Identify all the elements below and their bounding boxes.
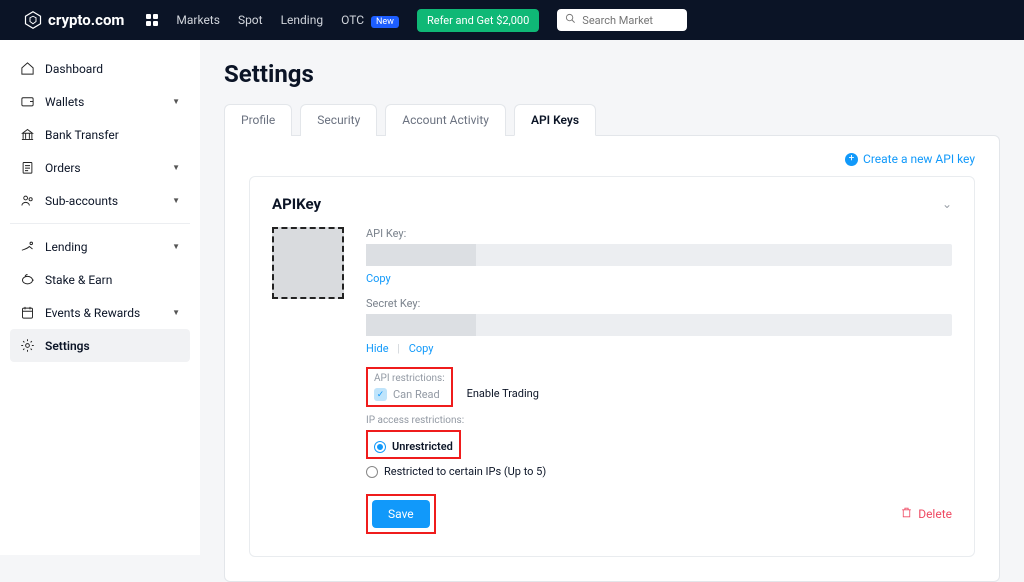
- nav-lending[interactable]: Lending: [281, 13, 324, 27]
- main-content: Settings Profile Security Account Activi…: [200, 40, 1024, 582]
- secret-key-label: Secret Key:: [366, 297, 952, 310]
- api-key-card: APIKey ⌄ API Key: Copy Secret Key:: [249, 176, 975, 557]
- secret-key-value: [366, 314, 952, 336]
- qr-code-placeholder: [272, 227, 344, 299]
- search-icon: [565, 13, 576, 27]
- sidebar-item-label: Lending: [45, 240, 88, 254]
- sidebar-item-bank-transfer[interactable]: Bank Transfer: [10, 118, 190, 151]
- chevron-down-icon: ▼: [172, 308, 180, 317]
- users-icon: [20, 193, 35, 208]
- piggy-icon: [20, 272, 35, 287]
- enable-trading-label[interactable]: Enable Trading: [467, 387, 539, 400]
- search-input[interactable]: [582, 14, 679, 27]
- api-key-label: API Key:: [366, 227, 952, 240]
- tab-api-keys[interactable]: API Keys: [514, 104, 596, 136]
- plus-circle-icon: +: [845, 153, 858, 166]
- chevron-down-icon: ▼: [172, 97, 180, 106]
- radio-unrestricted[interactable]: [374, 441, 386, 453]
- sidebar-item-label: Stake & Earn: [45, 273, 112, 287]
- copy-api-key-link[interactable]: Copy: [366, 272, 391, 285]
- lending-icon: [20, 239, 35, 254]
- highlight-unrestricted: Unrestricted: [366, 430, 461, 459]
- sidebar-item-events-rewards[interactable]: Events & Rewards ▼: [10, 296, 190, 329]
- tab-profile[interactable]: Profile: [224, 104, 292, 136]
- sidebar-item-label: Dashboard: [45, 62, 103, 76]
- gear-icon: [20, 338, 35, 353]
- sidebar-item-sub-accounts[interactable]: Sub-accounts ▼: [10, 184, 190, 217]
- sidebar-item-label: Sub-accounts: [45, 194, 118, 208]
- can-read-checkbox[interactable]: ✓: [374, 388, 387, 401]
- delete-key-link[interactable]: Delete: [900, 506, 952, 522]
- radio-restricted[interactable]: [366, 466, 378, 478]
- tab-security[interactable]: Security: [300, 104, 377, 136]
- sidebar-item-settings[interactable]: Settings: [10, 329, 190, 362]
- brand-text: crypto.com: [48, 11, 124, 29]
- unrestricted-label: Unrestricted: [392, 440, 453, 453]
- sidebar-item-dashboard[interactable]: Dashboard: [10, 52, 190, 85]
- api-key-title: APIKey: [272, 195, 321, 213]
- divider: [10, 223, 190, 224]
- chevron-down-icon: ▼: [172, 196, 180, 205]
- nav-spot[interactable]: Spot: [238, 13, 263, 27]
- page-title: Settings: [224, 60, 1000, 88]
- orders-icon: [20, 160, 35, 175]
- search-market[interactable]: [557, 9, 687, 31]
- new-badge: New: [371, 16, 399, 28]
- can-read-label: Can Read: [393, 388, 440, 401]
- api-restrictions-label: API restrictions:: [374, 373, 445, 384]
- ip-restrictions-label: IP access restrictions:: [366, 415, 952, 426]
- tab-account-activity[interactable]: Account Activity: [385, 104, 506, 136]
- api-keys-panel: + Create a new API key APIKey ⌄ API Key:: [224, 135, 1000, 582]
- sidebar-item-label: Bank Transfer: [45, 128, 119, 142]
- crypto-logo-icon: [24, 11, 42, 29]
- top-nav: crypto.com Markets Spot Lending OTC New …: [0, 0, 1024, 40]
- sidebar-item-wallets[interactable]: Wallets ▼: [10, 85, 190, 118]
- sidebar-item-stake-earn[interactable]: Stake & Earn: [10, 263, 190, 296]
- highlight-save: Save: [366, 494, 436, 534]
- collapse-chevron-icon[interactable]: ⌄: [942, 197, 952, 211]
- calendar-icon: [20, 305, 35, 320]
- sidebar-item-orders[interactable]: Orders ▼: [10, 151, 190, 184]
- wallet-icon: [20, 94, 35, 109]
- delete-label: Delete: [918, 507, 952, 521]
- sidebar: Dashboard Wallets ▼ Bank Transfer Orders…: [0, 40, 200, 555]
- highlight-api-restrictions: API restrictions: ✓ Can Read: [366, 367, 453, 407]
- brand-logo[interactable]: crypto.com: [24, 11, 124, 29]
- sidebar-item-label: Events & Rewards: [45, 306, 140, 320]
- sidebar-item-label: Settings: [45, 339, 90, 353]
- create-api-key-link[interactable]: + Create a new API key: [845, 152, 975, 166]
- sidebar-item-label: Wallets: [45, 95, 84, 109]
- api-key-value: [366, 244, 952, 266]
- apps-grid-icon[interactable]: [146, 14, 158, 26]
- hide-secret-link[interactable]: Hide: [366, 342, 389, 355]
- save-button[interactable]: Save: [372, 500, 430, 528]
- home-icon: [20, 61, 35, 76]
- nav-otc[interactable]: OTC New: [341, 13, 399, 27]
- sidebar-item-lending[interactable]: Lending ▼: [10, 230, 190, 263]
- bank-icon: [20, 127, 35, 142]
- create-label: Create a new API key: [863, 152, 975, 166]
- copy-secret-link[interactable]: Copy: [409, 342, 434, 355]
- trash-icon: [900, 506, 913, 522]
- sidebar-item-label: Orders: [45, 161, 81, 175]
- chevron-down-icon: ▼: [172, 163, 180, 172]
- refer-button[interactable]: Refer and Get $2,000: [417, 9, 539, 32]
- nav-markets[interactable]: Markets: [176, 13, 220, 27]
- restricted-label: Restricted to certain IPs (Up to 5): [384, 465, 546, 478]
- chevron-down-icon: ▼: [172, 242, 180, 251]
- settings-tabs: Profile Security Account Activity API Ke…: [224, 104, 1000, 136]
